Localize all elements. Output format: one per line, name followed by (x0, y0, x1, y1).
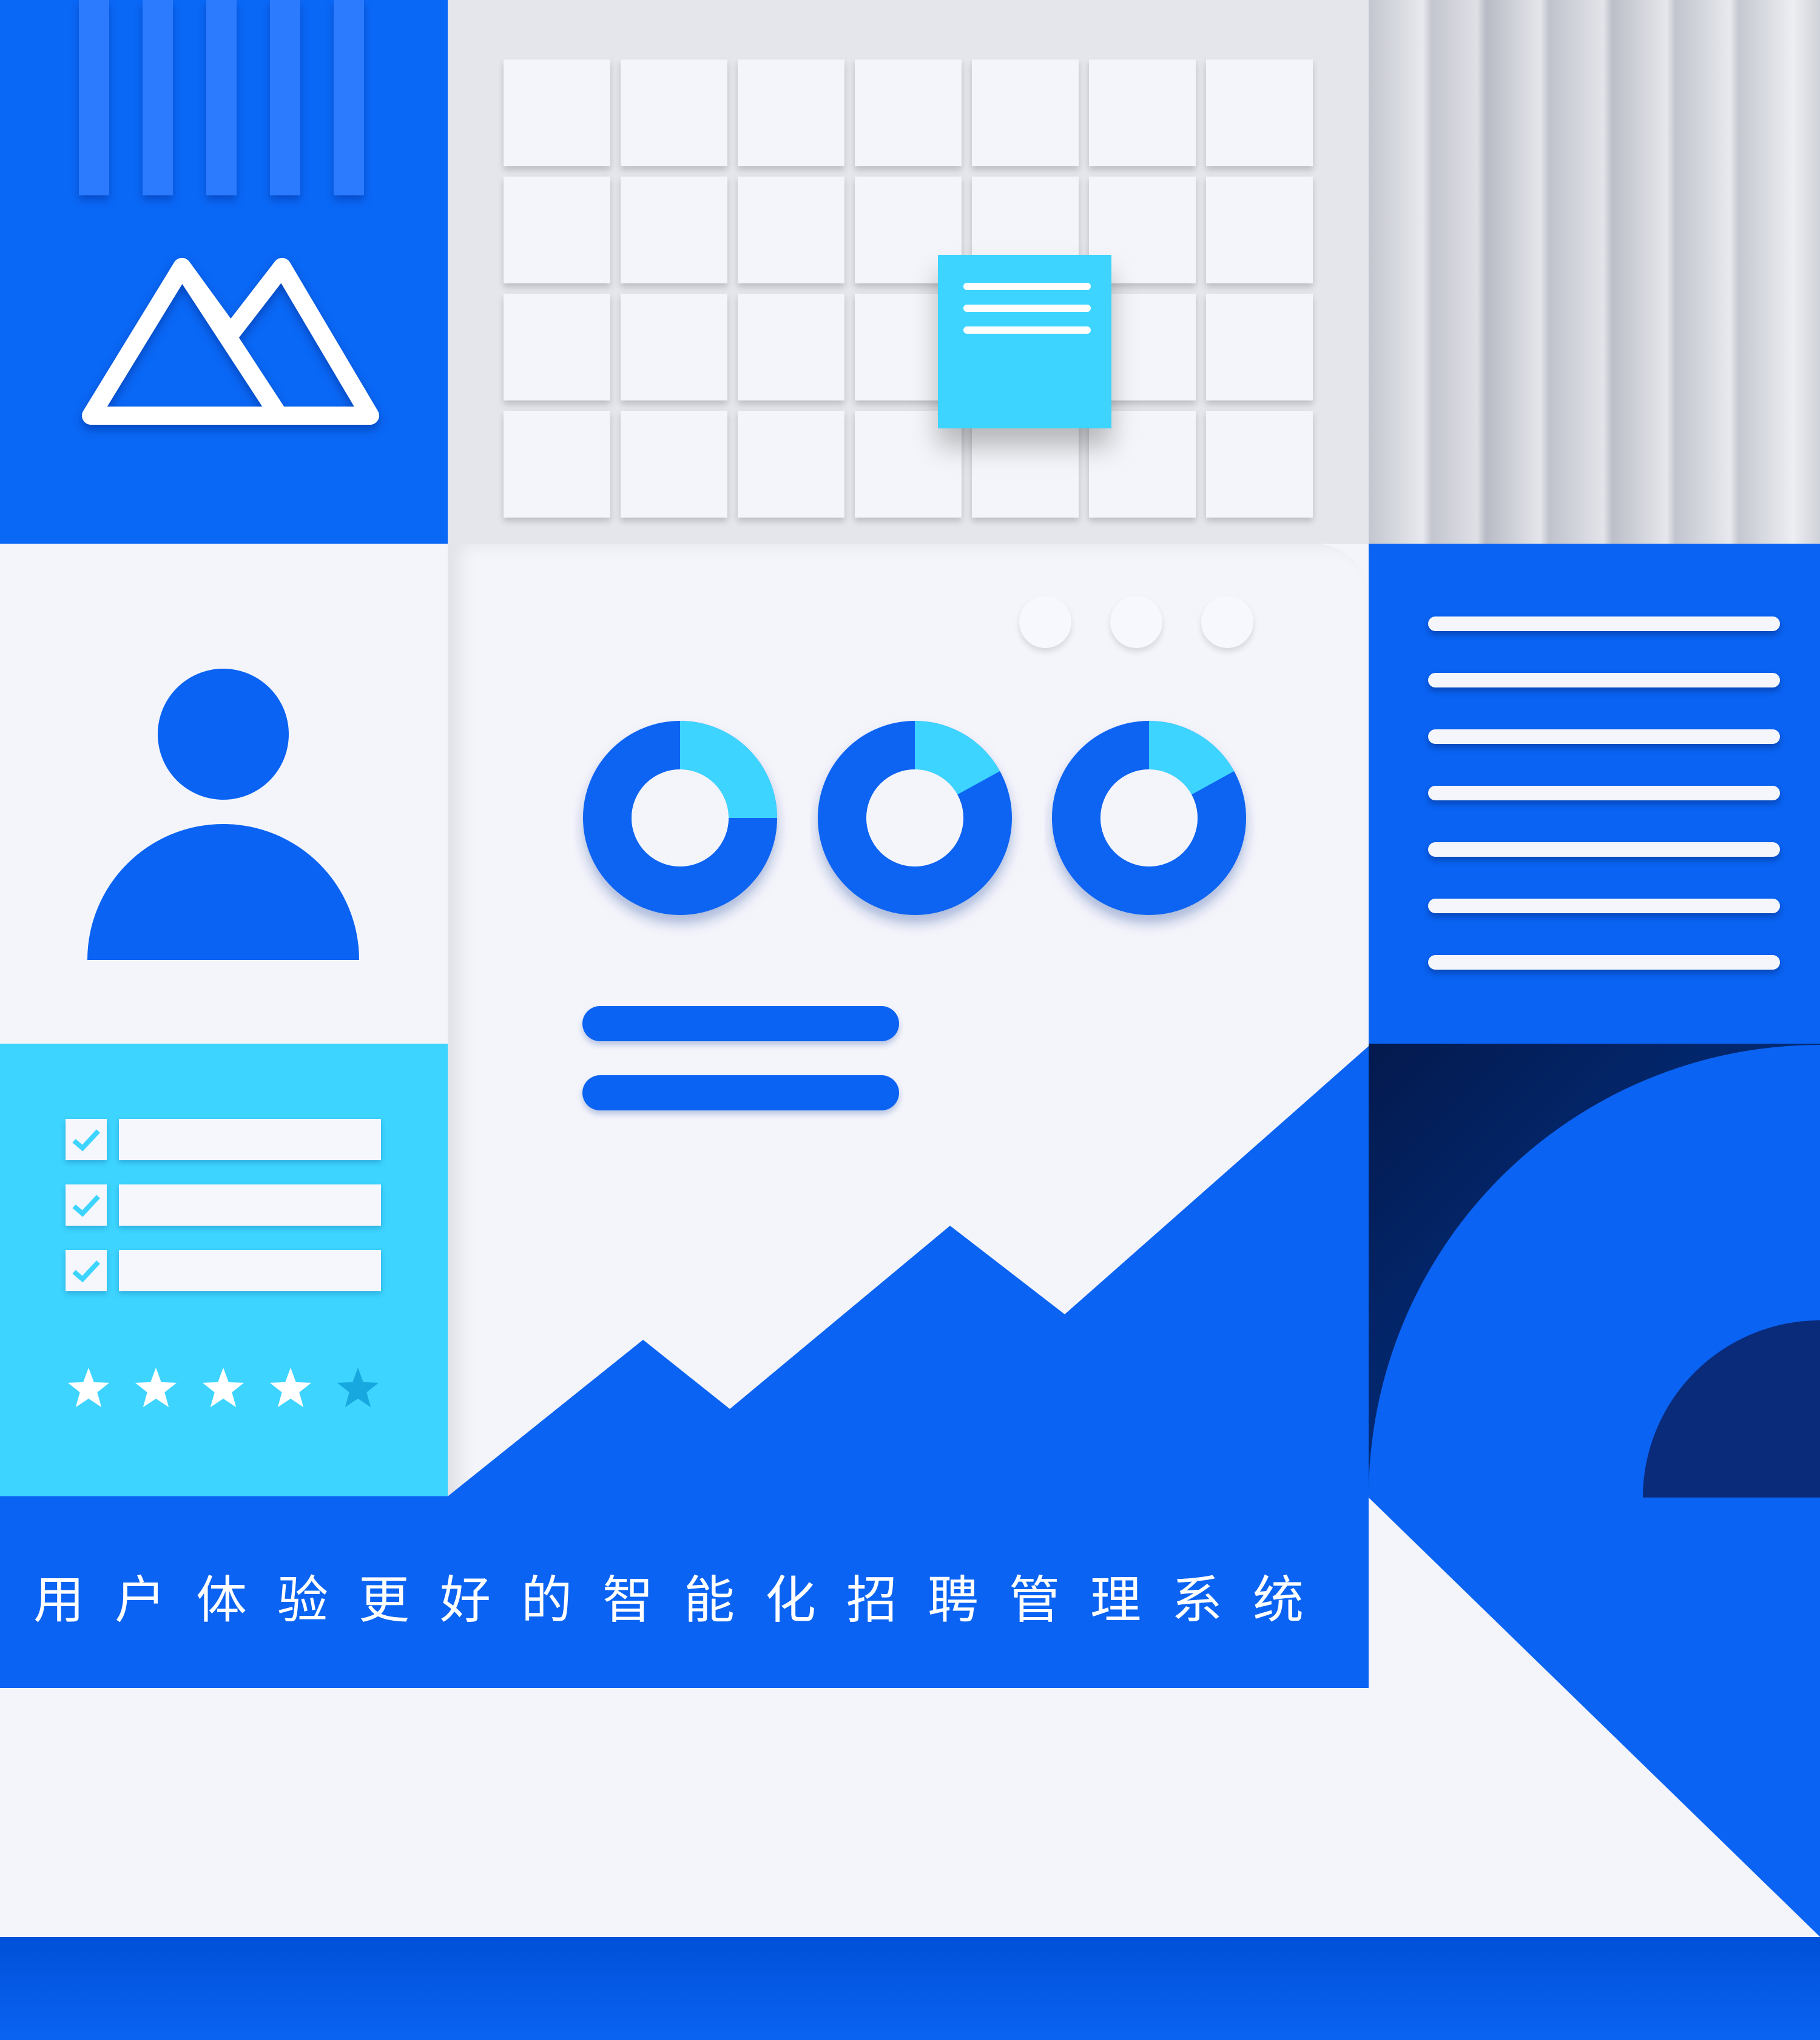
donut-hole (1100, 769, 1198, 866)
calendar-cell[interactable] (621, 59, 727, 166)
calendar-cell[interactable] (738, 59, 844, 166)
checklist-line (119, 1184, 381, 1226)
list-line (1428, 842, 1780, 857)
calendar-cell[interactable] (504, 59, 610, 166)
calendar-cell[interactable] (855, 59, 962, 166)
footer-bar (0, 1937, 1820, 2040)
mountain-logo-icon (82, 258, 379, 425)
footer-strip (0, 1688, 1369, 1937)
checklist-line (119, 1119, 381, 1160)
star-filled-icon[interactable] (269, 1368, 312, 1408)
list-line (1428, 899, 1780, 913)
decor-stripe (79, 0, 109, 195)
calendar-cell[interactable] (738, 411, 844, 518)
text-placeholder-line (582, 1006, 899, 1041)
checkmark-icon (72, 1195, 100, 1217)
dashboard-card (448, 544, 1369, 1496)
checklist-panel (0, 1044, 448, 1498)
decor-stripe (334, 0, 364, 195)
event-line (963, 305, 1091, 312)
grey-stripes-panel (1369, 0, 1820, 544)
calendar-cell[interactable] (738, 294, 844, 400)
star-filled-icon[interactable] (135, 1368, 177, 1408)
decor-stripe (270, 0, 300, 195)
checkmark-icon (72, 1260, 100, 1283)
donut-hole (866, 769, 963, 866)
star-rating (67, 1368, 379, 1408)
list-line (1428, 729, 1780, 744)
arc-panel (1369, 1044, 1820, 2040)
text-placeholder-line (582, 1075, 899, 1110)
list-line (1428, 673, 1780, 687)
calendar-cell[interactable] (504, 411, 610, 518)
tagline-text: 用户体验更好的智能化招聘管理系统 (33, 1570, 1334, 1630)
arc-shape (1369, 1044, 1820, 1937)
calendar-cell[interactable] (1206, 59, 1313, 166)
trend-area-chart (448, 1046, 1369, 1496)
avatar-head (158, 669, 289, 800)
list-line (1428, 786, 1780, 800)
avatar-body (87, 824, 359, 960)
calendar-cell[interactable] (621, 294, 727, 400)
decor-stripe (206, 0, 237, 195)
list-line (1428, 955, 1780, 970)
list-line (1428, 616, 1780, 631)
calendar-cell[interactable] (1089, 59, 1196, 166)
donut-1 (583, 721, 777, 915)
event-line (963, 283, 1091, 290)
calendar-cell[interactable] (972, 59, 1079, 166)
calendar-cell[interactable] (1206, 294, 1313, 400)
calendar-cell[interactable] (504, 177, 610, 283)
calendar-area (448, 0, 1369, 544)
donut-2 (818, 721, 1012, 915)
star-filled-icon[interactable] (202, 1368, 244, 1408)
star-empty-icon[interactable] (337, 1368, 379, 1408)
calendar-cell[interactable] (1206, 411, 1313, 518)
donut-3 (1052, 721, 1246, 915)
calendar-cell[interactable] (504, 294, 610, 400)
profile-panel (0, 544, 448, 1044)
checkbox-checked[interactable] (66, 1250, 107, 1291)
calendar-cell[interactable] (1206, 177, 1313, 283)
calendar-cell[interactable] (621, 177, 727, 283)
list-panel (1369, 544, 1820, 1044)
checkmark-icon (72, 1129, 100, 1152)
calendar-cell[interactable] (621, 411, 727, 518)
checkbox-checked[interactable] (66, 1184, 107, 1226)
decor-stripe (143, 0, 173, 195)
donut-hole (632, 769, 729, 866)
event-line (963, 326, 1091, 334)
calendar-cell[interactable] (738, 177, 844, 283)
logo-panel (0, 0, 448, 544)
checklist-line (119, 1250, 381, 1291)
checkbox-checked[interactable] (66, 1119, 107, 1160)
star-filled-icon[interactable] (67, 1368, 110, 1408)
calendar-event-card (938, 255, 1111, 428)
